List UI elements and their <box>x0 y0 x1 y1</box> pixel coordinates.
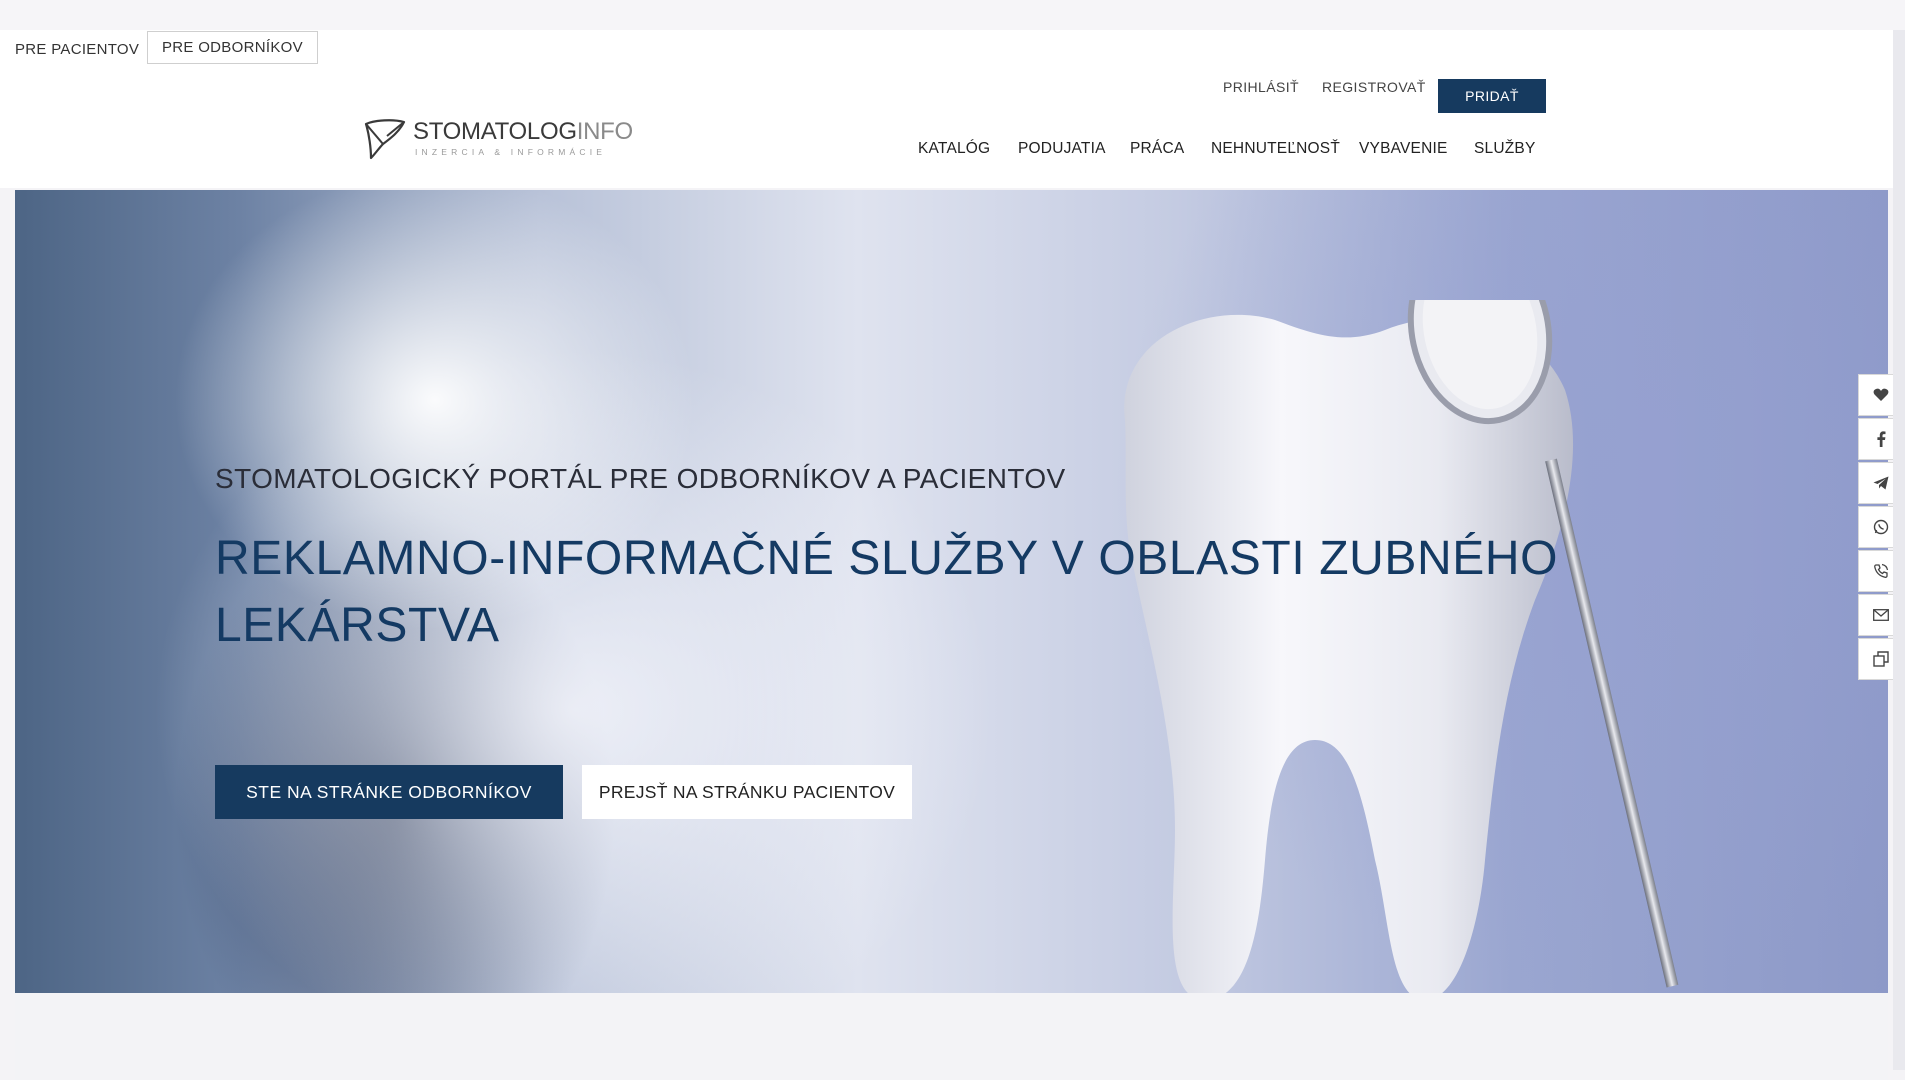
logo-name: STOMATOLOGINFO <box>413 118 633 145</box>
nav-item-nehnutelnost[interactable]: NEHNUTEĽNOSŤ <box>1211 140 1340 158</box>
nav-item-praca[interactable]: PRÁCA <box>1130 140 1184 158</box>
nav-item-vybavenie[interactable]: VYBAVENIE <box>1359 140 1448 158</box>
hero-title: REKLAMNO-INFORMAČNÉ SLUŽBY V OBLASTI ZUB… <box>215 532 1559 652</box>
bottom-section <box>15 993 1888 1080</box>
top-strip <box>0 0 1905 30</box>
nav-item-katalog[interactable]: KATALÓG <box>918 140 990 158</box>
hero-subtitle: STOMATOLOGICKÝ PORTÁL PRE ODBORNÍKOV A P… <box>215 463 1066 494</box>
login-link[interactable]: PRIHLÁSIŤ <box>1223 79 1299 95</box>
nav-item-sluzby[interactable]: SLUŽBY <box>1474 140 1536 158</box>
patients-page-button[interactable]: PREJSŤ NA STRÁNKU PACIENTOV <box>582 765 912 819</box>
professionals-page-button[interactable]: STE NA STRÁNKE ODBORNÍKOV <box>215 765 563 819</box>
register-link[interactable]: REGISTROVAŤ <box>1322 79 1426 95</box>
nav-item-podujatia[interactable]: PODUJATIA <box>1018 140 1106 158</box>
hero-banner: STOMATOLOGICKÝ PORTÁL PRE ODBORNÍKOV A P… <box>15 190 1888 993</box>
logo-tagline: INZERCIA & INFORMÁCIE <box>415 147 607 157</box>
add-button[interactable]: PRIDAŤ <box>1438 79 1546 113</box>
tooth-logo-icon <box>364 119 406 160</box>
page-scrollbar[interactable] <box>1893 30 1905 1070</box>
tab-professionals[interactable]: PRE ODBORNÍKOV <box>147 31 318 64</box>
tab-patients[interactable]: PRE PACIENTOV <box>15 41 139 58</box>
site-logo[interactable]: STOMATOLOGINFO INZERCIA & INFORMÁCIE <box>363 118 633 166</box>
